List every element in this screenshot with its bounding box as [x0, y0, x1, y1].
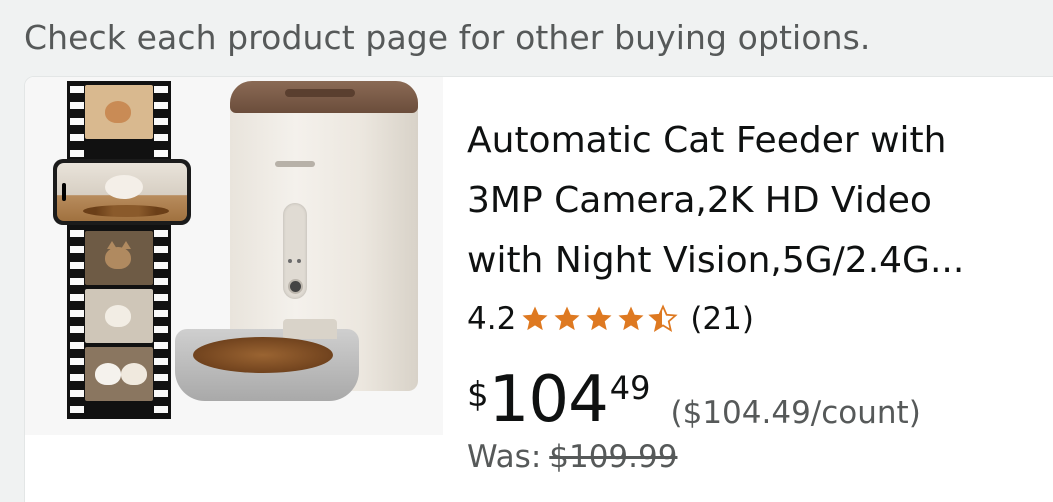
- product-card[interactable]: Automatic Cat Feeder with 3MP Camera,2K …: [24, 76, 1053, 502]
- title-line[interactable]: 3MP Camera,2K HD Video: [467, 171, 1027, 231]
- kibble: [193, 337, 333, 373]
- price: $ 104 49 ($104.49/count): [467, 367, 921, 437]
- was-price-row: Was: $109.99: [467, 439, 677, 475]
- product-title[interactable]: Automatic Cat Feeder with 3MP Camera,2K …: [467, 111, 1027, 291]
- film-strip: [67, 81, 171, 419]
- pet-photo: [85, 347, 153, 401]
- buying-options-note: Check each product page for other buying…: [24, 18, 871, 57]
- review-count[interactable]: (21): [690, 301, 754, 337]
- pet-photo: [85, 85, 153, 139]
- star-rating[interactable]: [520, 304, 680, 334]
- rating-row[interactable]: 4.2 (21): [467, 299, 754, 339]
- feeder-lid: [230, 81, 418, 113]
- was-price: $109.99: [549, 439, 678, 475]
- camera-lens: [290, 281, 301, 292]
- pet-photo: [85, 231, 153, 285]
- price-currency: $: [467, 375, 489, 415]
- title-line[interactable]: Automatic Cat Feeder with: [467, 111, 1027, 171]
- unit-price: ($104.49/count): [670, 395, 921, 431]
- star-half-icon: [648, 304, 678, 332]
- price-whole: 104: [488, 363, 609, 437]
- star-full-icon: [554, 306, 580, 331]
- star-full-icon: [586, 306, 612, 331]
- product-image[interactable]: [25, 77, 443, 435]
- was-label: Was:: [467, 439, 542, 475]
- price-fraction: 49: [609, 369, 651, 407]
- brand-logo: [275, 161, 315, 167]
- phone-preview: [53, 159, 191, 225]
- star-full-icon: [618, 306, 644, 331]
- pet-photo: [85, 289, 153, 343]
- title-line[interactable]: with Night Vision,5G/2.4G...: [467, 231, 1027, 291]
- star-full-icon: [522, 306, 548, 331]
- rating-value: 4.2: [467, 301, 517, 337]
